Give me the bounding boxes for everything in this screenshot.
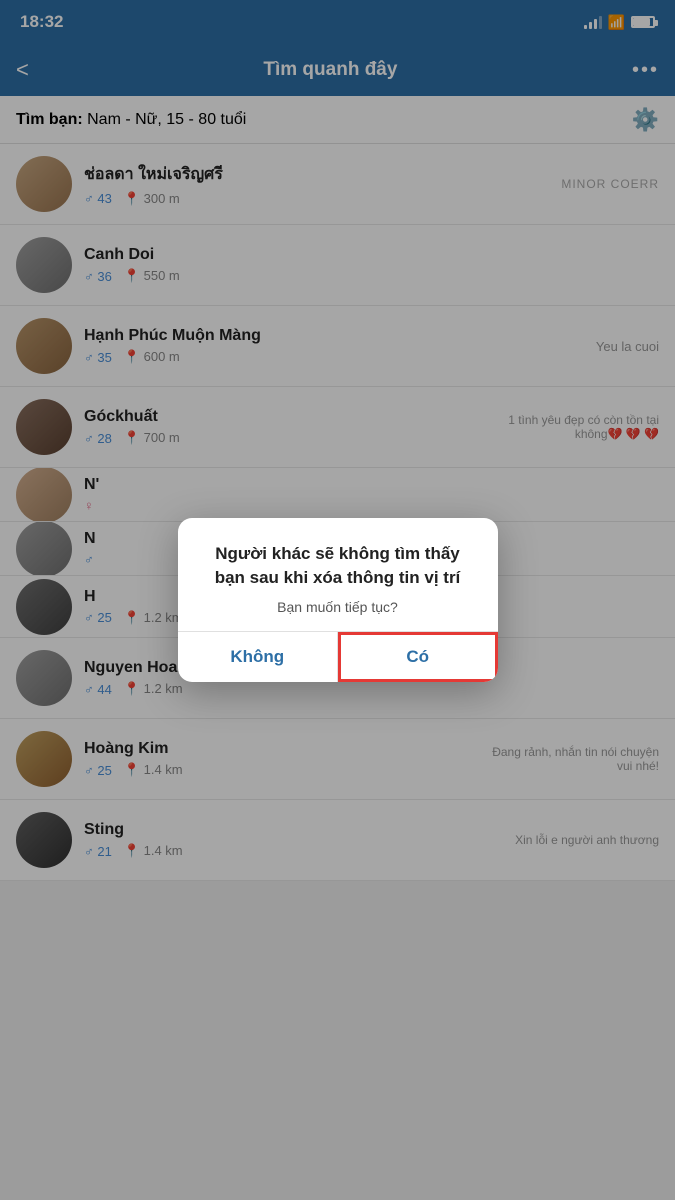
dialog-subtitle: Bạn muốn tiếp tục? [198, 599, 478, 615]
dialog-buttons: Không Có [178, 631, 498, 682]
dialog-title: Người khác sẽ không tìm thấybạn sau khi … [198, 542, 478, 590]
confirm-button[interactable]: Có [338, 632, 498, 682]
cancel-button[interactable]: Không [178, 632, 339, 682]
modal-overlay: Người khác sẽ không tìm thấybạn sau khi … [0, 0, 675, 1200]
confirmation-dialog: Người khác sẽ không tìm thấybạn sau khi … [178, 518, 498, 683]
dialog-body: Người khác sẽ không tìm thấybạn sau khi … [178, 518, 498, 632]
